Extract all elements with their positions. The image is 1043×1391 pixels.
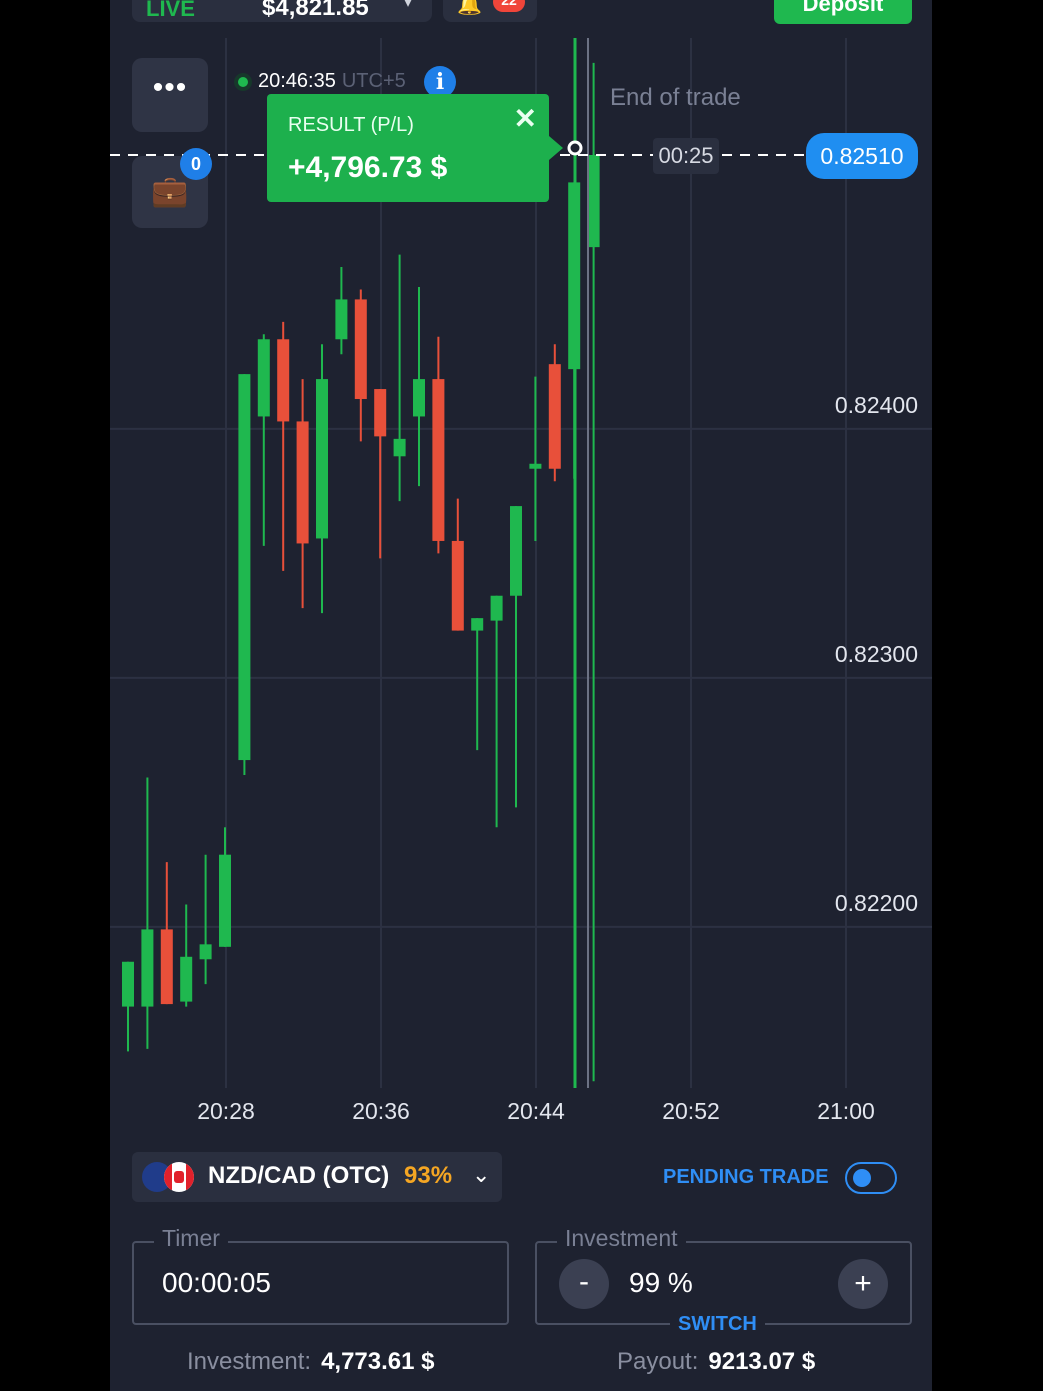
- asset-payout-percent: 93%: [404, 1162, 453, 1189]
- asset-name: NZD/CAD (OTC): [208, 1162, 390, 1189]
- result-amount: +4,796.73 $: [288, 151, 448, 184]
- investment-summary: Investment: 4,773.61 $: [187, 1348, 435, 1376]
- deposit-button[interactable]: Deposit: [774, 0, 912, 24]
- candle-body: [374, 389, 387, 437]
- countdown-tag: 00:25: [653, 138, 719, 174]
- candle-body: [490, 595, 503, 621]
- investment-value[interactable]: 99 %: [629, 1267, 693, 1299]
- ca-flag-icon: [164, 1162, 194, 1192]
- timezone: UTC+5: [341, 70, 406, 92]
- x-tick-label: 21:00: [817, 1098, 875, 1124]
- candle-body: [393, 438, 406, 457]
- candle-body: [587, 155, 600, 248]
- payout-summary-label: Payout:: [617, 1348, 699, 1375]
- investment-summary-value: 4,773.61 $: [321, 1348, 435, 1375]
- candle-body: [335, 299, 348, 340]
- candle-body: [180, 956, 193, 1002]
- x-tick-label: 20:44: [507, 1098, 565, 1124]
- candle-body: [160, 929, 173, 1005]
- candle-body: [413, 379, 425, 417]
- close-icon[interactable]: ✕: [514, 102, 537, 135]
- result-title: RESULT (P/L): [288, 114, 414, 136]
- more-icon: •••: [152, 71, 188, 104]
- candle-body: [316, 379, 328, 539]
- candle-body: [471, 618, 484, 631]
- candle-body: [548, 364, 561, 469]
- candle-body: [296, 421, 309, 544]
- clock-time: 20:46:35: [258, 70, 336, 92]
- candle-body: [141, 929, 154, 1007]
- candle-body: [510, 506, 522, 596]
- investment-summary-label: Investment:: [187, 1348, 312, 1375]
- toggle-knob: [853, 1169, 871, 1187]
- pending-trade-label[interactable]: PENDING TRADE: [663, 1166, 829, 1189]
- chevron-down-icon: ▾: [404, 0, 413, 11]
- switch-button[interactable]: SWITCH: [670, 1313, 765, 1336]
- candle-body: [238, 374, 251, 761]
- result-popup: RESULT (P/L) +4,796.73 $ ✕: [267, 94, 563, 202]
- asset-selector[interactable]: NZD/CAD (OTC) 93% ⌄: [132, 1152, 502, 1202]
- current-price-tag: 0.82510: [806, 133, 918, 179]
- candle-body: [257, 339, 270, 417]
- currency-flags-icon: [142, 1162, 194, 1194]
- candle-body: [432, 379, 445, 541]
- increase-button[interactable]: +: [838, 1259, 888, 1309]
- server-time: 20:46:35 UTC+5: [238, 70, 406, 93]
- timer-field[interactable]: Timer 00:00:05: [132, 1225, 509, 1325]
- x-tick-label: 20:28: [197, 1098, 255, 1124]
- account-balance: $4,821.85: [262, 0, 369, 21]
- online-indicator: [238, 77, 248, 87]
- horizontal-grid: [110, 427, 932, 928]
- trading-screen: LIVE $4,821.85 ▾ 🔔 22 Deposit ••• 💼 0 20…: [110, 0, 932, 1391]
- investment-legend: Investment: [557, 1225, 686, 1252]
- candle-body: [219, 854, 231, 947]
- open-trades-badge: 0: [180, 148, 212, 180]
- current-price-marker: [567, 140, 583, 156]
- decrease-button[interactable]: -: [559, 1259, 609, 1309]
- candle-body: [122, 961, 134, 1007]
- notifications-badge: 22: [493, 0, 525, 12]
- pending-trade-toggle[interactable]: [845, 1162, 897, 1194]
- candle-body: [451, 540, 464, 631]
- y-tick-label: 0.82300: [834, 641, 918, 667]
- x-tick-label: 20:52: [662, 1098, 720, 1124]
- account-selector[interactable]: LIVE $4,821.85 ▾: [132, 0, 432, 22]
- chart-menu-button[interactable]: •••: [132, 58, 208, 132]
- popup-arrow: [549, 136, 563, 160]
- candle-body: [529, 463, 542, 469]
- timer-legend: Timer: [154, 1225, 228, 1252]
- candle-body: [277, 339, 290, 422]
- candle-body: [199, 944, 212, 960]
- end-of-trade-label: End of trade: [610, 84, 741, 111]
- y-tick-label: 0.82400: [834, 392, 918, 418]
- payout-summary: Payout: 9213.07 $: [617, 1348, 815, 1376]
- timer-value[interactable]: 00:00:05: [162, 1267, 271, 1299]
- x-tick-label: 20:36: [352, 1098, 410, 1124]
- chevron-down-icon: ⌄: [472, 1162, 491, 1187]
- payout-summary-value: 9213.07 $: [708, 1348, 816, 1375]
- y-tick-label: 0.82200: [834, 890, 918, 916]
- account-type-label: LIVE: [146, 0, 195, 21]
- briefcase-icon: 💼: [151, 175, 189, 208]
- notifications-button[interactable]: 🔔 22: [443, 0, 537, 22]
- bell-icon: 🔔: [457, 0, 482, 16]
- candle-body: [354, 299, 367, 400]
